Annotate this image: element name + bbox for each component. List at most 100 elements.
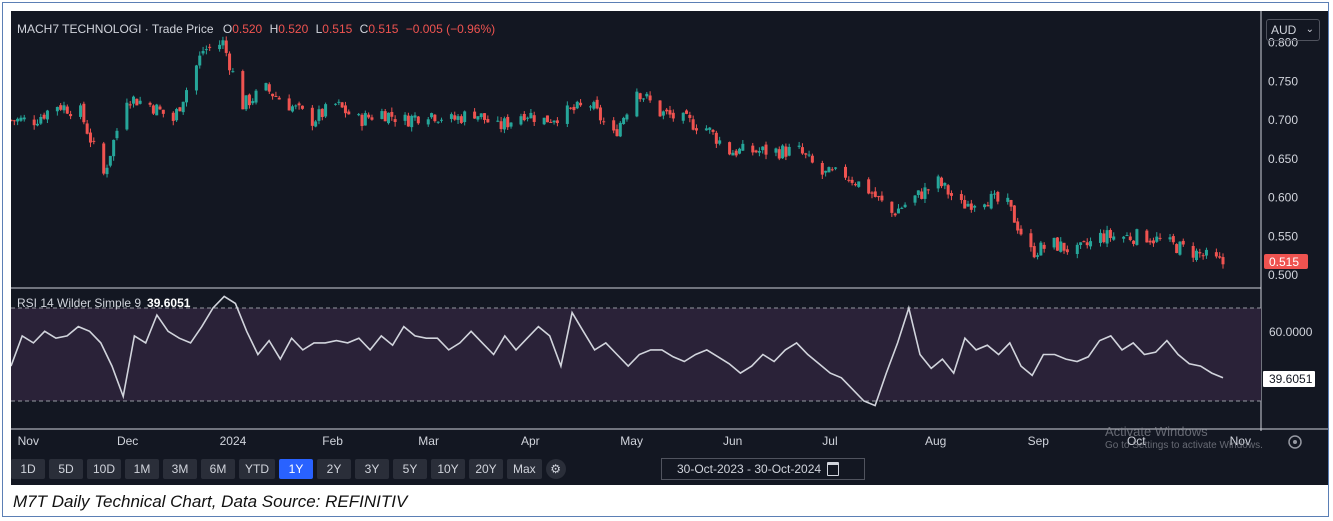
candle — [161, 109, 165, 118]
timeframe-button-3m[interactable]: 3M — [163, 459, 198, 479]
candle — [688, 111, 692, 123]
candle — [529, 109, 533, 119]
candle — [973, 204, 977, 212]
candle — [406, 112, 410, 127]
timeframe-button-2y[interactable]: 2Y — [317, 459, 352, 479]
candle — [741, 140, 745, 152]
candle — [1065, 245, 1069, 255]
candle — [681, 112, 685, 124]
candle — [552, 120, 556, 125]
time-axis: Nov Dec 2024 Feb Mar Apr May Jun Jul Aug Sep Oct Nov — [18, 434, 1251, 448]
candle — [936, 174, 940, 193]
candle — [612, 117, 616, 134]
candle — [456, 114, 460, 124]
figure-caption: M7T Daily Technical Chart, Data Source: … — [13, 492, 408, 511]
candle — [526, 116, 530, 122]
candle — [711, 129, 715, 135]
candle — [436, 121, 440, 124]
candle — [221, 36, 225, 49]
candle — [274, 91, 278, 97]
timeframe-button-6m[interactable]: 6M — [201, 459, 236, 479]
candle — [287, 94, 291, 111]
candle — [1128, 232, 1132, 242]
candle — [963, 195, 967, 209]
timeframe-button-1d[interactable]: 1D — [11, 459, 45, 479]
candle — [589, 104, 593, 111]
candle — [128, 101, 132, 109]
candle — [45, 109, 49, 124]
timeframe-button-3y[interactable]: 3Y — [355, 459, 390, 479]
candle — [433, 114, 437, 123]
date-range-text: 30-Oct-2023 - 30-Oct-2024 — [677, 462, 822, 476]
candle — [343, 101, 347, 118]
candle — [1171, 233, 1175, 245]
timeframe-button-1m[interactable]: 1M — [125, 459, 160, 479]
timeframe-button-1y[interactable]: 1Y — [279, 459, 314, 479]
candle — [615, 124, 619, 137]
candle — [873, 187, 877, 198]
candle — [294, 104, 298, 110]
candle — [16, 117, 20, 126]
time-tick-label: Feb — [322, 434, 343, 448]
candle — [317, 105, 321, 125]
candle — [575, 100, 579, 110]
candle — [181, 101, 185, 115]
timeframe-button-max[interactable]: Max — [507, 459, 542, 479]
candle — [549, 119, 553, 123]
candle — [807, 150, 811, 158]
timeframe-button-10y[interactable]: 10Y — [431, 459, 466, 479]
candle — [781, 144, 785, 159]
calendar-icon — [827, 462, 840, 476]
candle — [496, 116, 500, 123]
timeframe-button-20y[interactable]: 20Y — [469, 459, 504, 479]
candle — [267, 82, 271, 94]
last-price-label: 0.515 — [1269, 255, 1299, 269]
candle — [1016, 217, 1020, 234]
candle — [542, 117, 546, 126]
candle — [867, 177, 871, 195]
timeframe-button-10d[interactable]: 10D — [87, 459, 122, 479]
candle — [668, 105, 672, 118]
candle — [1059, 237, 1063, 253]
candle — [59, 102, 63, 111]
candle — [314, 119, 318, 128]
price-tick-label: 0.550 — [1268, 229, 1298, 243]
currency-select[interactable]: AUD ⌄ — [1266, 19, 1320, 41]
candle — [320, 108, 324, 121]
price-tick-label: 0.500 — [1268, 268, 1298, 282]
timeframe-button-5y[interactable]: 5Y — [393, 459, 428, 479]
candle — [224, 36, 228, 57]
candle — [638, 92, 642, 102]
timeframe-button-ytd[interactable]: YTD — [239, 459, 276, 479]
candle — [201, 46, 205, 56]
candle — [112, 139, 116, 161]
candle — [1191, 242, 1195, 263]
candle — [728, 141, 732, 156]
watermark-line2: Go to Settings to activate Windows. — [1105, 440, 1263, 451]
candle — [198, 51, 202, 69]
candle — [1062, 242, 1066, 254]
candle — [463, 110, 467, 126]
candle — [731, 150, 735, 156]
candle — [579, 99, 583, 107]
timeframe-settings-icon[interactable]: ⚙ — [545, 459, 566, 479]
candle — [969, 199, 973, 213]
candle — [502, 116, 506, 134]
rsi-legend: RSI 14 Wilder Simple 9 39.6051 — [17, 296, 191, 310]
candle — [519, 113, 523, 126]
settings-icon[interactable] — [1288, 435, 1302, 449]
date-range-picker[interactable]: 30-Oct-2023 - 30-Oct-2024 — [661, 458, 865, 480]
chevron-down-icon: ⌄ — [1305, 24, 1314, 35]
timeframe-button-5d[interactable]: 5D — [49, 459, 83, 479]
candle — [1201, 253, 1205, 260]
candle — [853, 182, 857, 187]
candle — [208, 43, 212, 51]
candle — [194, 64, 198, 95]
candle — [754, 149, 758, 154]
candle — [1135, 228, 1139, 246]
candle — [108, 155, 112, 168]
candle — [923, 182, 927, 204]
candle — [1148, 238, 1152, 245]
candle — [383, 109, 387, 122]
candle — [1178, 241, 1182, 256]
